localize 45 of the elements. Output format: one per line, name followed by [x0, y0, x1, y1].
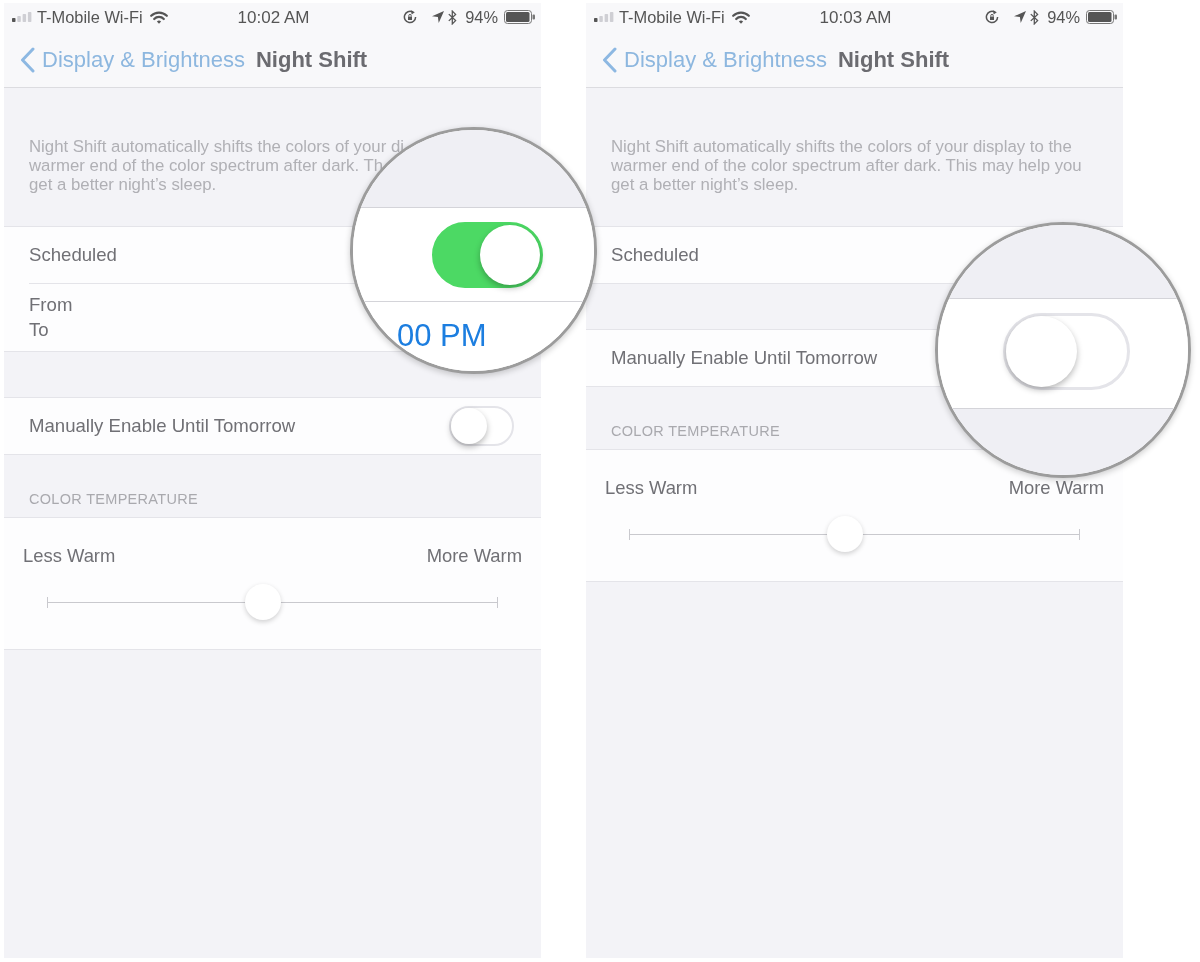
bluetooth-icon [1030, 10, 1040, 25]
battery-percent: 94% [465, 7, 498, 29]
section-header: COLOR TEMPERATURE [611, 423, 780, 439]
description-text: Night Shift automatically shifts the colors of your display to the warmer end of the color spectrum after dark. This may help you get a better night’s sleep. [611, 137, 1083, 194]
back-button[interactable]: Display & Brightness [602, 43, 827, 76]
row-label: Manually Enable Until Tomorrow [29, 414, 296, 439]
chevron-left-icon [602, 46, 617, 73]
page-title: Night Shift [838, 46, 950, 74]
battery-icon [1086, 10, 1117, 25]
slider-min-label: Less Warm [23, 548, 116, 564]
wifi-icon [731, 11, 750, 24]
toggle-switch[interactable] [449, 406, 514, 446]
row-label: Scheduled [611, 243, 699, 268]
battery-icon [504, 10, 535, 25]
bluetooth-icon [448, 10, 458, 25]
status-time: 10:03 AM [819, 6, 892, 29]
location-arrow-icon [432, 11, 445, 24]
slider-max-label: More Warm [426, 548, 522, 564]
toggle-switch[interactable] [432, 221, 543, 288]
rotation-lock-icon [985, 10, 1000, 25]
carrier-name: T-Mobile Wi-Fi [619, 7, 725, 29]
slider-thumb[interactable] [245, 584, 282, 620]
slider-max-label: More Warm [1008, 480, 1104, 496]
wifi-icon [149, 11, 168, 24]
row-label: To [29, 319, 49, 341]
rotation-lock-icon [403, 10, 418, 25]
chevron-left-icon [20, 46, 35, 73]
toggle-switch[interactable] [1003, 313, 1130, 390]
slider-track[interactable] [629, 516, 1080, 552]
time-value: 00 PM [397, 318, 487, 353]
back-button[interactable]: Display & Brightness [20, 43, 245, 76]
row-label: From [29, 294, 73, 316]
signal-icon [594, 12, 614, 23]
slider-track[interactable] [47, 584, 498, 620]
battery-percent: 94% [1047, 7, 1080, 29]
status-time: 10:02 AM [237, 6, 310, 29]
carrier-name: T-Mobile Wi-Fi [37, 7, 143, 29]
location-arrow-icon [1014, 11, 1027, 24]
row-label: Manually Enable Until Tomorrow [611, 346, 878, 371]
section-header: COLOR TEMPERATURE [29, 491, 198, 507]
page-title: Night Shift [256, 46, 368, 74]
signal-icon [12, 12, 32, 23]
slider-thumb[interactable] [827, 516, 864, 552]
slider-min-label: Less Warm [605, 480, 698, 496]
row-label: Scheduled [29, 243, 117, 268]
